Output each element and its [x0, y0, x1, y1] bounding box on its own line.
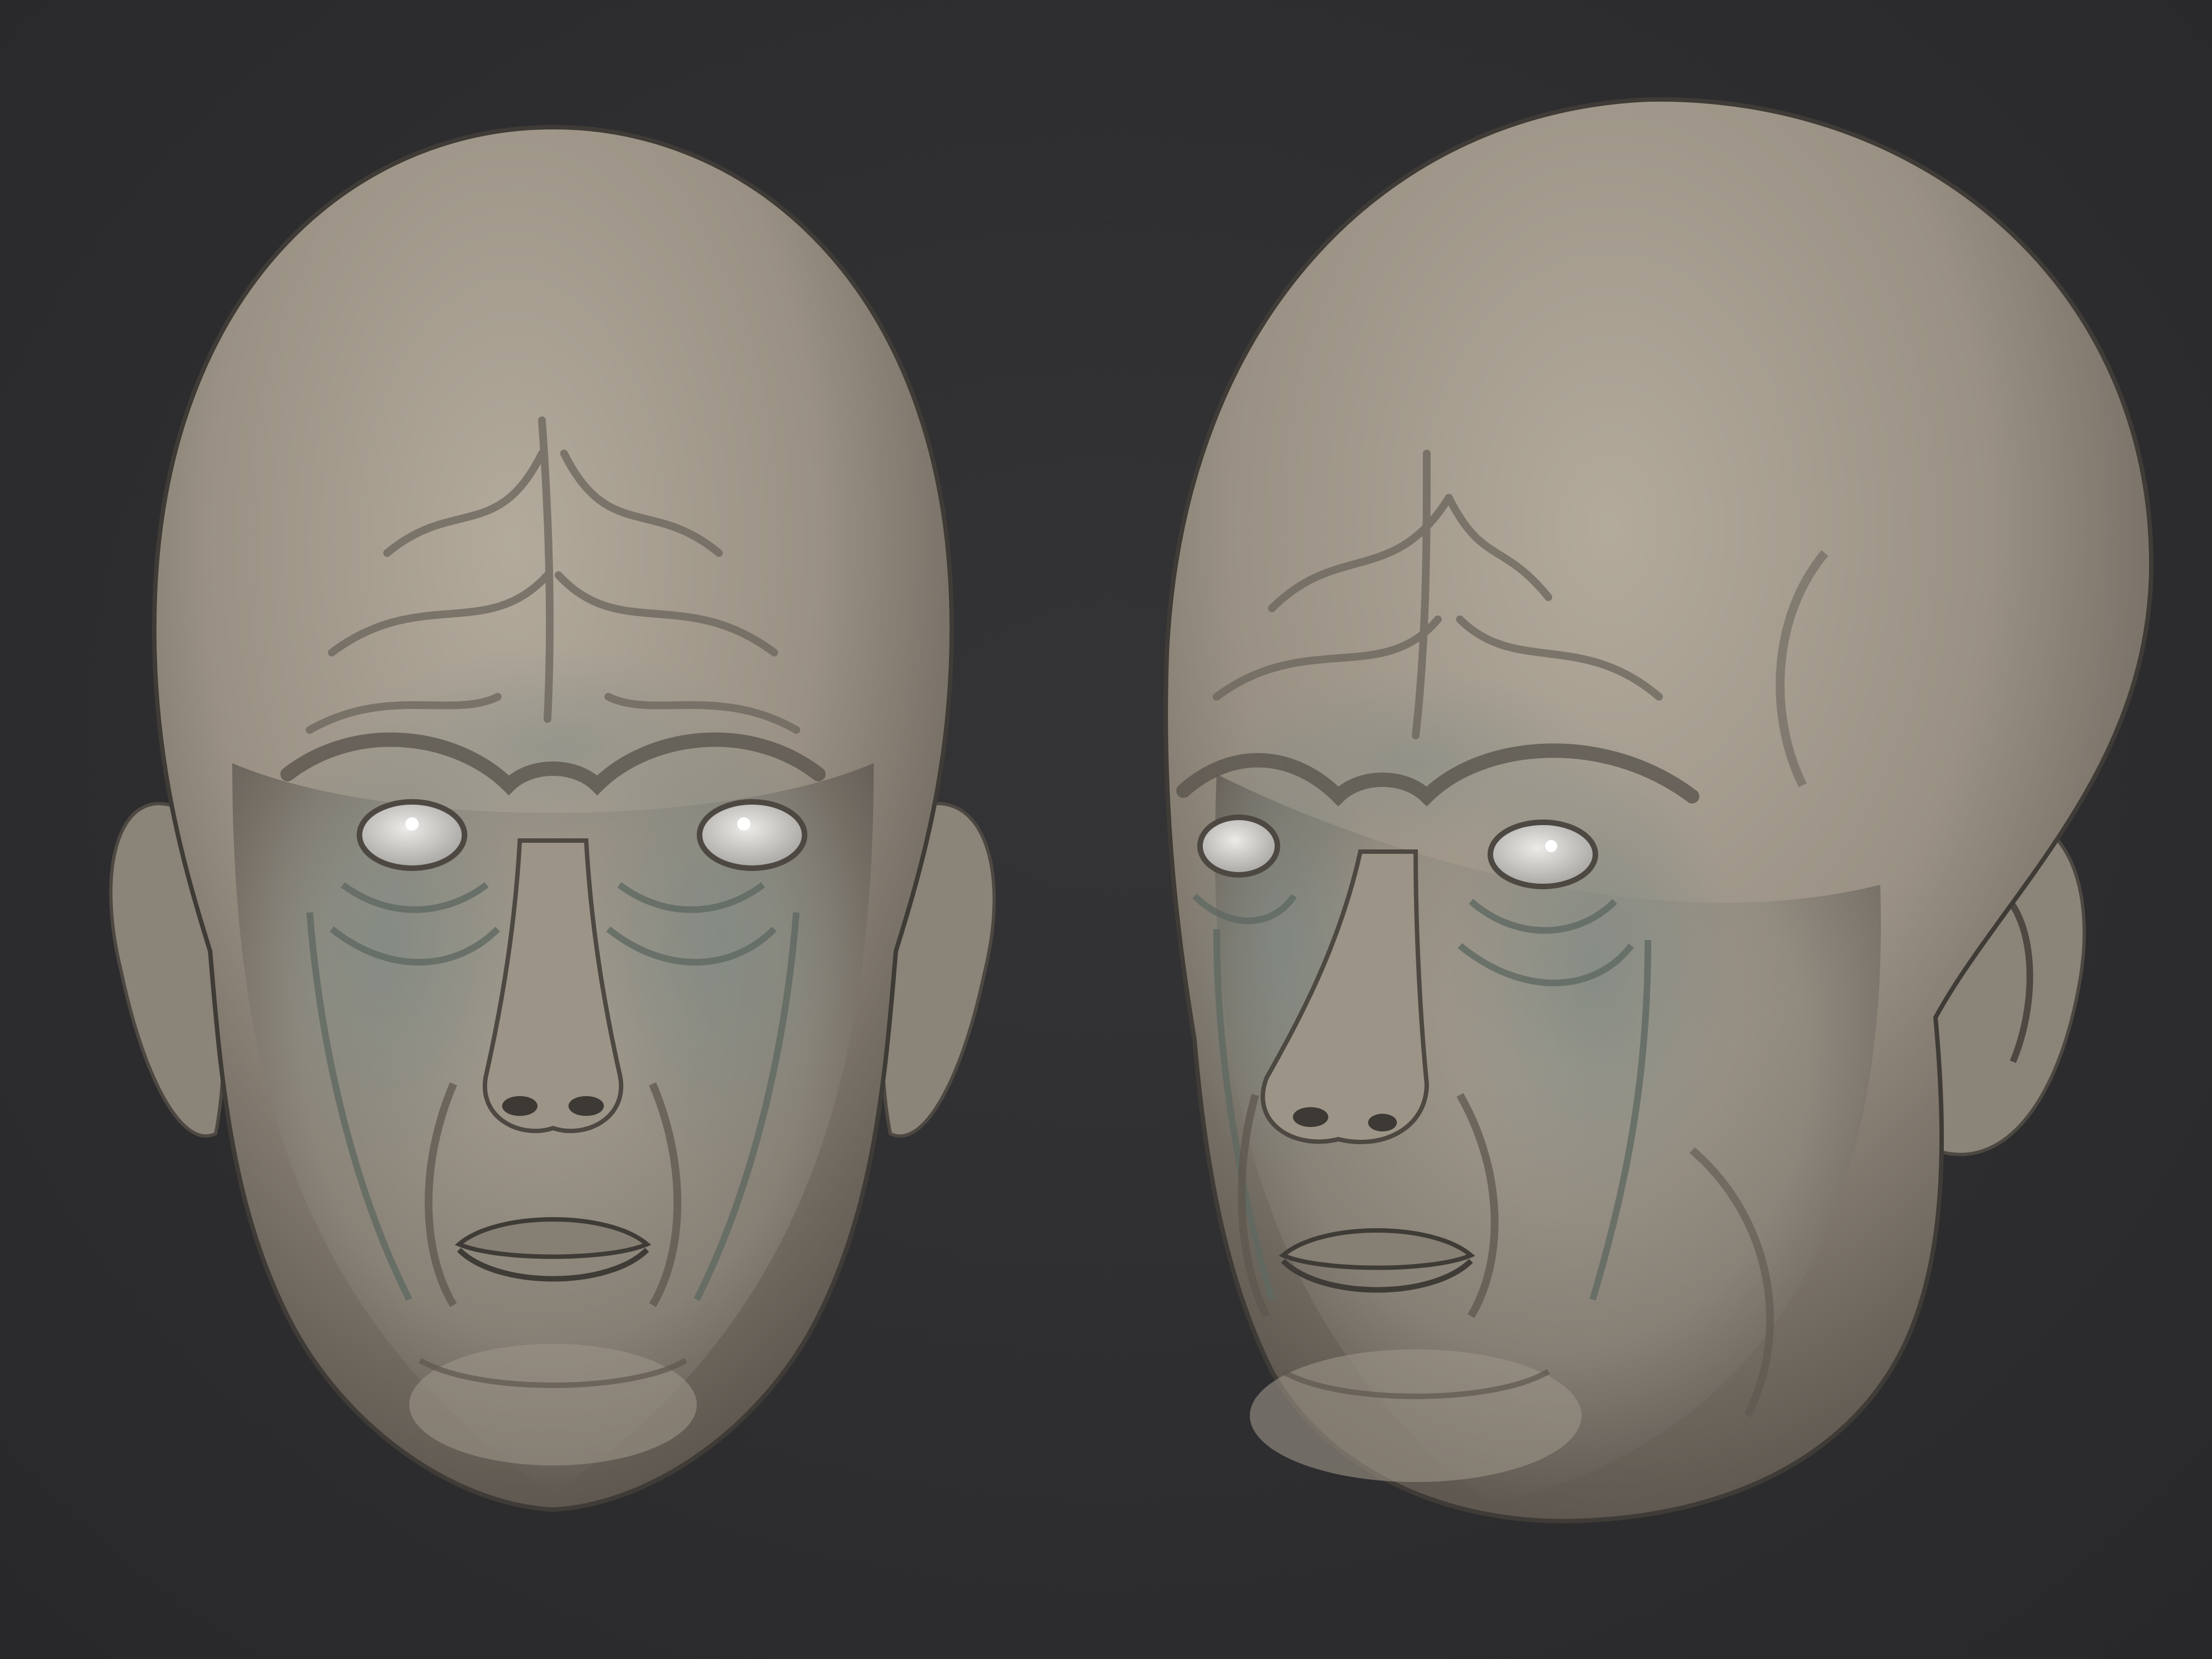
sculpt-render: [109, 97, 2154, 1524]
head-front: [109, 124, 996, 1512]
head-three-quarter: [1164, 97, 2154, 1524]
left-eye: [1197, 815, 1280, 878]
right-eye: [697, 799, 807, 871]
viewport-canvas: [0, 0, 2212, 1659]
left-eye: [357, 799, 467, 871]
right-eye: [1488, 820, 1598, 889]
